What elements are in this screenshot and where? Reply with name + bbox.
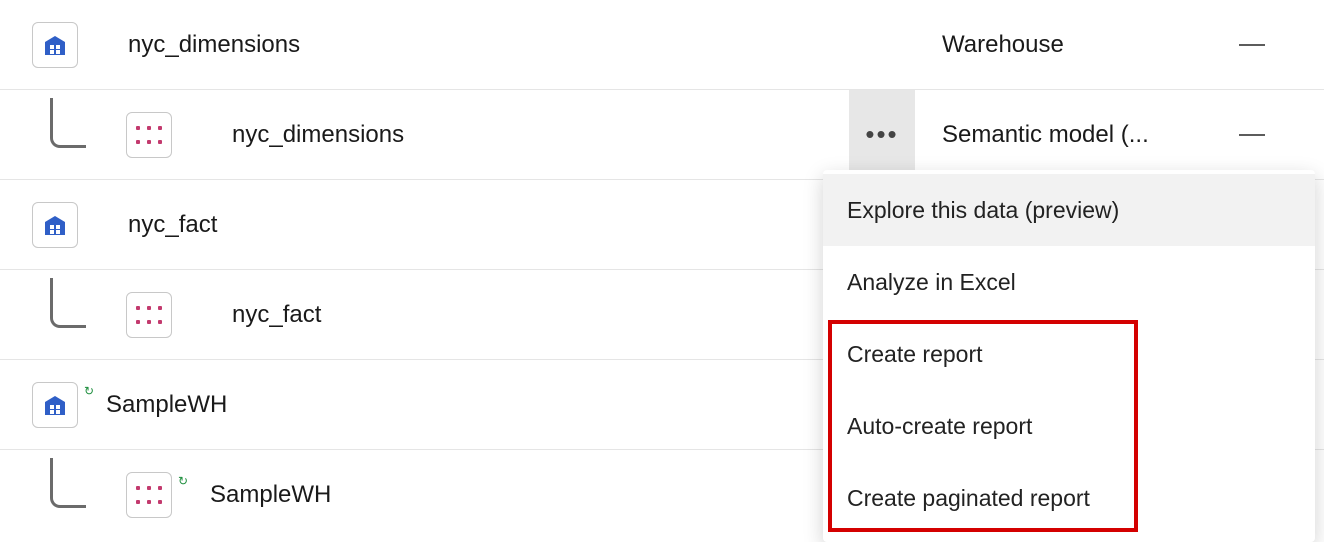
icon-cell: [32, 292, 232, 338]
tree-elbow-icon: [50, 98, 86, 148]
semantic-model-icon: [126, 292, 172, 338]
warehouse-icon: [32, 382, 78, 428]
item-type: Warehouse: [922, 31, 1212, 59]
refresh-indicator-icon: ↻: [178, 474, 188, 488]
semantic-model-icon: [126, 112, 172, 158]
warehouse-icon: [32, 202, 78, 248]
more-options-button[interactable]: •••: [849, 90, 915, 180]
item-name[interactable]: nyc_dimensions: [128, 31, 842, 59]
menu-item-explore-data[interactable]: Explore this data (preview): [823, 174, 1315, 246]
dash-icon: [1239, 134, 1265, 136]
item-name[interactable]: nyc_fact: [232, 301, 842, 329]
context-menu: Explore this data (preview) Analyze in E…: [823, 170, 1315, 542]
actions-cell: •••: [842, 90, 922, 180]
menu-item-auto-create-report[interactable]: Auto-create report: [823, 390, 1315, 462]
list-row-warehouse[interactable]: nyc_dimensions Warehouse: [0, 0, 1324, 90]
sensitivity-cell: [1212, 134, 1292, 136]
refresh-indicator-icon: ↻: [84, 384, 94, 398]
tree-elbow-icon: [50, 458, 86, 508]
ellipsis-icon: •••: [865, 119, 898, 150]
icon-cell: [32, 22, 128, 68]
menu-item-create-report[interactable]: Create report: [823, 318, 1315, 390]
item-name[interactable]: nyc_fact: [128, 211, 842, 239]
list-row-semantic[interactable]: nyc_dimensions ••• Semantic model (...: [0, 90, 1324, 180]
semantic-model-icon: [126, 472, 172, 518]
item-type: Semantic model (...: [922, 121, 1212, 149]
warehouse-icon: [32, 22, 78, 68]
item-name[interactable]: nyc_dimensions: [232, 121, 842, 149]
menu-item-analyze-excel[interactable]: Analyze in Excel: [823, 246, 1315, 318]
icon-cell: [32, 112, 232, 158]
icon-cell: ↻: [32, 472, 232, 518]
tree-elbow-icon: [50, 278, 86, 328]
sensitivity-cell: [1212, 44, 1292, 46]
menu-item-create-paginated-report[interactable]: Create paginated report: [823, 462, 1315, 534]
dash-icon: [1239, 44, 1265, 46]
item-name[interactable]: SampleWH: [106, 391, 842, 419]
item-name[interactable]: SampleWH: [210, 481, 842, 509]
icon-cell: [32, 202, 128, 248]
